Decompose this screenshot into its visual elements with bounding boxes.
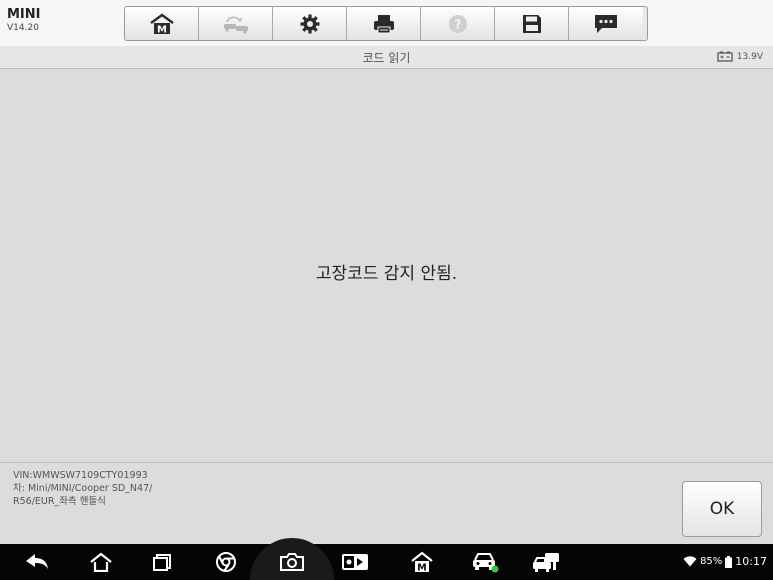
help-button[interactable]: ? — [421, 7, 495, 40]
svg-text:M: M — [417, 563, 426, 574]
vehicle-info: VIN:WMWSW7109CTY01993 차: Mini/MINI/Coope… — [13, 469, 152, 508]
car-battery-icon — [717, 51, 733, 62]
footer-panel: VIN:WMWSW7109CTY01993 차: Mini/MINI/Coope… — [0, 462, 773, 545]
vehicle-text-line1: 차: Mini/MINI/Cooper SD_N47/ — [13, 483, 153, 494]
screen-record-icon — [342, 554, 368, 570]
save-button[interactable] — [495, 7, 569, 40]
maxisys-home-button[interactable]: M — [405, 544, 439, 580]
battery-icon — [725, 555, 733, 568]
svg-text:M: M — [157, 24, 167, 35]
title-bar: 코드 읽기 13.9V — [0, 46, 773, 69]
vehicle-text-line2: R56/EUR_좌측 핸들식 — [13, 496, 106, 507]
camera-button[interactable] — [275, 544, 309, 580]
battery-percent: 85% — [700, 556, 723, 567]
browser-icon — [216, 552, 236, 572]
wifi-icon — [683, 556, 697, 567]
vin-text: VIN:WMWSW7109CTY01993 — [13, 470, 148, 481]
settings-button[interactable] — [273, 7, 347, 40]
vehicle-connect-button[interactable] — [468, 544, 502, 580]
home-button[interactable]: M — [125, 7, 199, 40]
home-m-icon: M — [149, 13, 174, 35]
toolbar: M ? — [124, 6, 648, 41]
vci-button[interactable] — [527, 544, 567, 580]
svg-text:?: ? — [454, 17, 461, 31]
app-version: V14.20 — [7, 22, 39, 33]
ok-button[interactable]: OK — [682, 481, 762, 537]
screen-record-button[interactable] — [337, 544, 373, 580]
back-icon — [26, 554, 48, 569]
result-message: 고장코드 감지 안됨. — [315, 264, 458, 284]
print-button[interactable] — [347, 7, 421, 40]
camera-icon — [280, 553, 304, 571]
vehicle-swap-button[interactable] — [199, 7, 273, 40]
message-icon — [595, 14, 617, 33]
browser-button[interactable] — [209, 544, 243, 580]
home-nav-button[interactable] — [84, 544, 118, 580]
recent-apps-button[interactable] — [145, 544, 179, 580]
top-bar: MINI V14.20 M ? — [0, 0, 773, 47]
app-brand: MINI V14.20 — [7, 8, 41, 33]
clock-time: 10:17 — [735, 555, 767, 568]
app-name: MINI — [7, 7, 41, 22]
message-button[interactable] — [569, 7, 643, 40]
maxisys-m-icon: M — [411, 551, 433, 574]
back-button[interactable] — [20, 544, 54, 580]
vehicle-connect-icon — [473, 553, 499, 573]
help-icon: ? — [448, 14, 467, 33]
gear-icon — [300, 14, 319, 33]
battery-voltage-value: 13.9V — [736, 51, 763, 62]
printer-icon — [373, 14, 394, 33]
status-bar: 85% 10:17 — [683, 555, 767, 568]
battery-voltage-indicator: 13.9V — [717, 51, 763, 62]
home-icon — [90, 552, 112, 572]
main-content: 고장코드 감지 안됨. — [0, 69, 773, 461]
vehicle-swap-icon — [223, 16, 248, 34]
android-nav-bar: M 85% 10:17 — [0, 538, 773, 580]
vci-icon — [533, 553, 559, 572]
save-icon — [522, 14, 541, 33]
recent-apps-icon — [153, 554, 171, 571]
page-title: 코드 읽기 — [362, 51, 411, 65]
